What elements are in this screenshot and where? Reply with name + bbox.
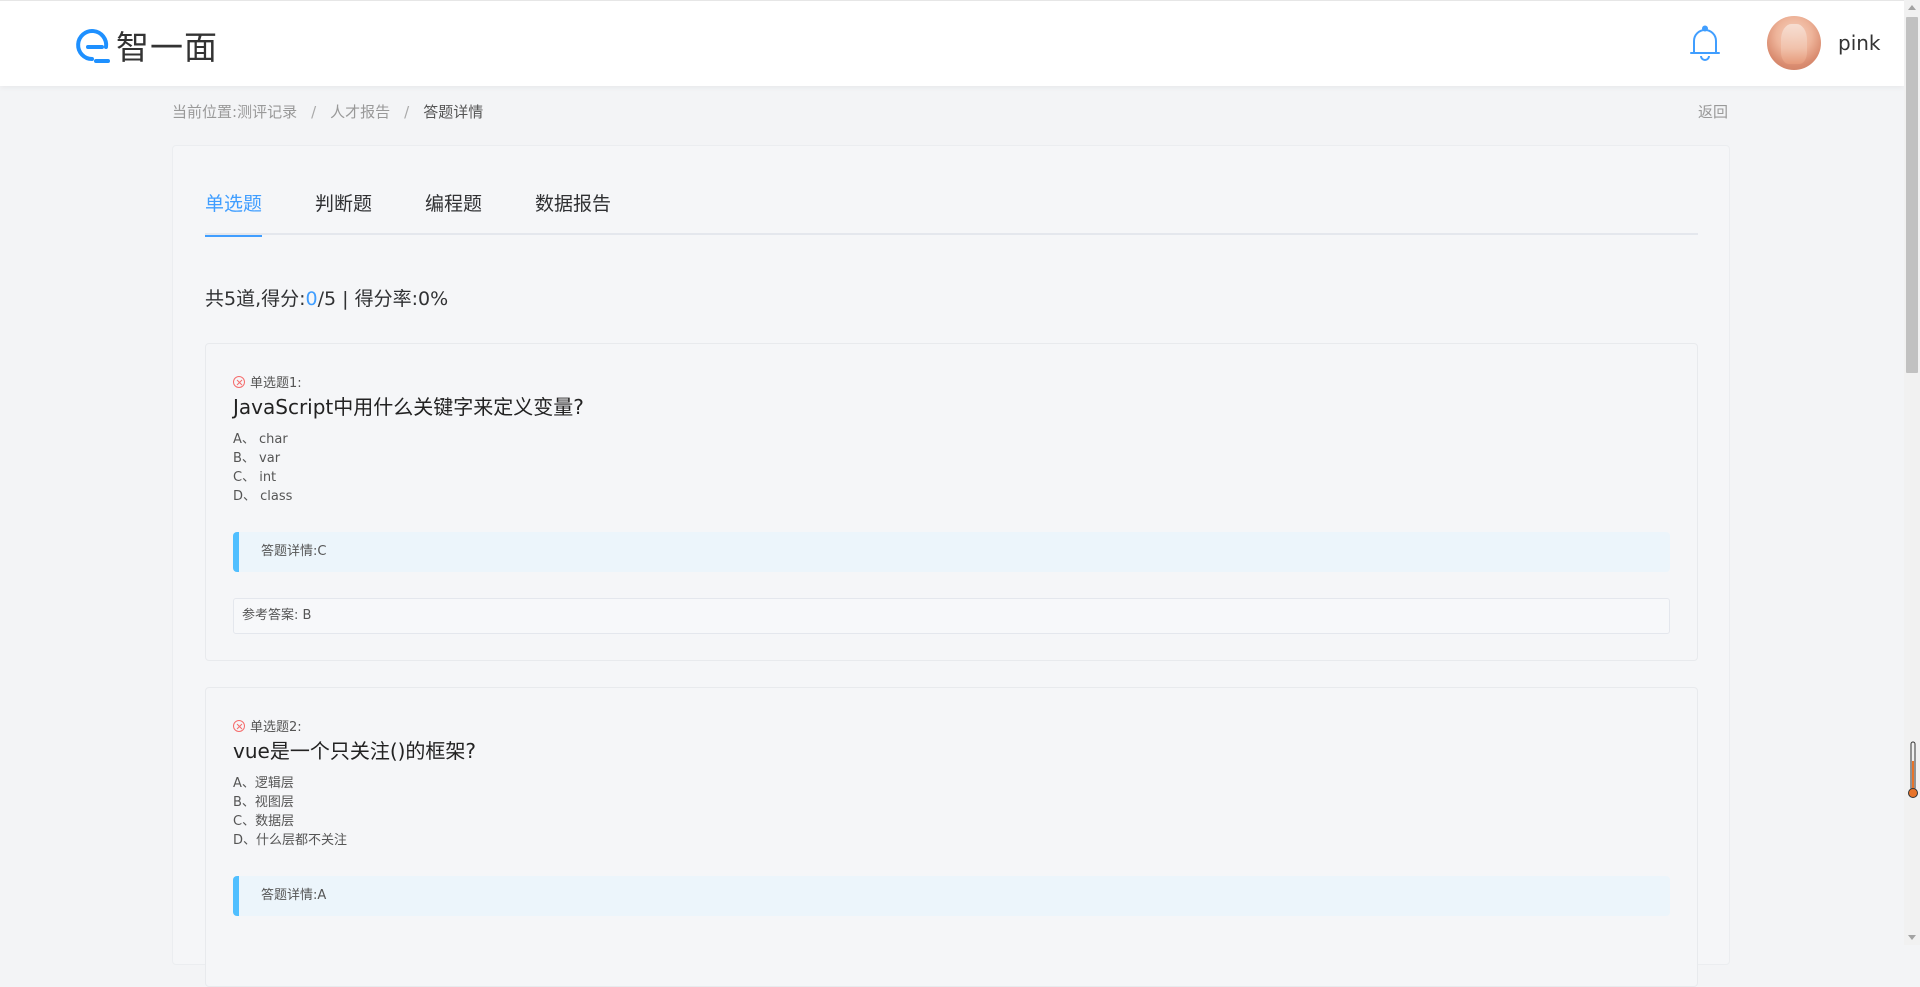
option-d: D、 class [233, 489, 293, 504]
question-number: 单选题1: [250, 376, 302, 391]
score-summary: 共5道,得分:0/5 | 得分率:0% [205, 284, 448, 311]
thermometer-icon[interactable] [1908, 741, 1918, 799]
question-title: JavaScript中用什么关键字来定义变量? [233, 395, 584, 419]
top-header: 智一面 pink [0, 0, 1904, 86]
breadcrumb-separator: / [311, 102, 317, 121]
logo-icon [76, 29, 110, 63]
question-label: 单选题1: [233, 372, 302, 391]
question-number: 单选题2: [250, 720, 302, 735]
main-card: 单选题 判断题 编程题 数据报告 共5道,得分:0/5 | 得分率:0% 单选题… [172, 145, 1730, 987]
summary-total: /5 | 得分率:0% [317, 288, 449, 310]
scroll-down-arrow-icon[interactable] [1908, 935, 1916, 940]
bell-icon[interactable] [1688, 25, 1722, 61]
tab-true-false[interactable]: 判断题 [315, 190, 372, 235]
wrong-icon [233, 375, 245, 388]
reference-answer: 参考答案: B [233, 598, 1670, 634]
option-d: D、什么层都不关注 [233, 833, 348, 848]
option-b: B、视图层 [233, 795, 294, 810]
logo-text: 智一面 [116, 28, 218, 67]
tab-bar: 单选题 判断题 编程题 数据报告 [205, 190, 1698, 237]
answer-detail: 答题详情:A [233, 876, 1670, 916]
breadcrumb-item-records[interactable]: 测评记录 [237, 101, 297, 122]
question-label: 单选题2: [233, 716, 302, 735]
option-c: C、数据层 [233, 814, 295, 829]
tab-data-report[interactable]: 数据报告 [535, 190, 611, 235]
question-card: 单选题2: vue是一个只关注()的框架? A、逻辑层 B、视图层 C、数据层 … [205, 687, 1698, 987]
scroll-up-arrow-icon[interactable] [1908, 5, 1916, 10]
wrong-icon [233, 719, 245, 732]
breadcrumb-prefix: 当前位置: [172, 103, 238, 121]
avatar[interactable] [1767, 16, 1821, 70]
option-a: A、逻辑层 [233, 776, 294, 791]
tab-single-choice[interactable]: 单选题 [205, 190, 263, 237]
breadcrumb-item-report[interactable]: 人才报告 [330, 101, 390, 122]
tab-programming[interactable]: 编程题 [425, 190, 482, 235]
option-list: A、 char B、 var C、 int D、 class [233, 430, 292, 506]
answer-detail: 答题详情:C [233, 532, 1670, 572]
breadcrumb-separator: / [404, 102, 410, 121]
question-card: 单选题1: JavaScript中用什么关键字来定义变量? A、 char B、… [205, 343, 1698, 661]
option-c: C、 int [233, 470, 277, 485]
username[interactable]: pink [1838, 31, 1881, 55]
summary-prefix: 共5道,得分: [205, 288, 306, 310]
option-a: A、 char [233, 432, 288, 447]
breadcrumb: 当前位置: 测评记录 / 人才报告 / 答题详情 [172, 101, 483, 122]
question-title: vue是一个只关注()的框架? [233, 739, 477, 763]
option-b: B、 var [233, 451, 281, 466]
back-link[interactable]: 返回 [1698, 101, 1728, 122]
score-value: 0 [305, 288, 318, 310]
scroll-thumb[interactable] [1906, 17, 1918, 373]
breadcrumb-item-current: 答题详情 [423, 103, 484, 121]
page-scrollbar[interactable] [1904, 0, 1920, 945]
option-list: A、逻辑层 B、视图层 C、数据层 D、什么层都不关注 [233, 774, 347, 850]
logo[interactable]: 智一面 [72, 25, 218, 67]
